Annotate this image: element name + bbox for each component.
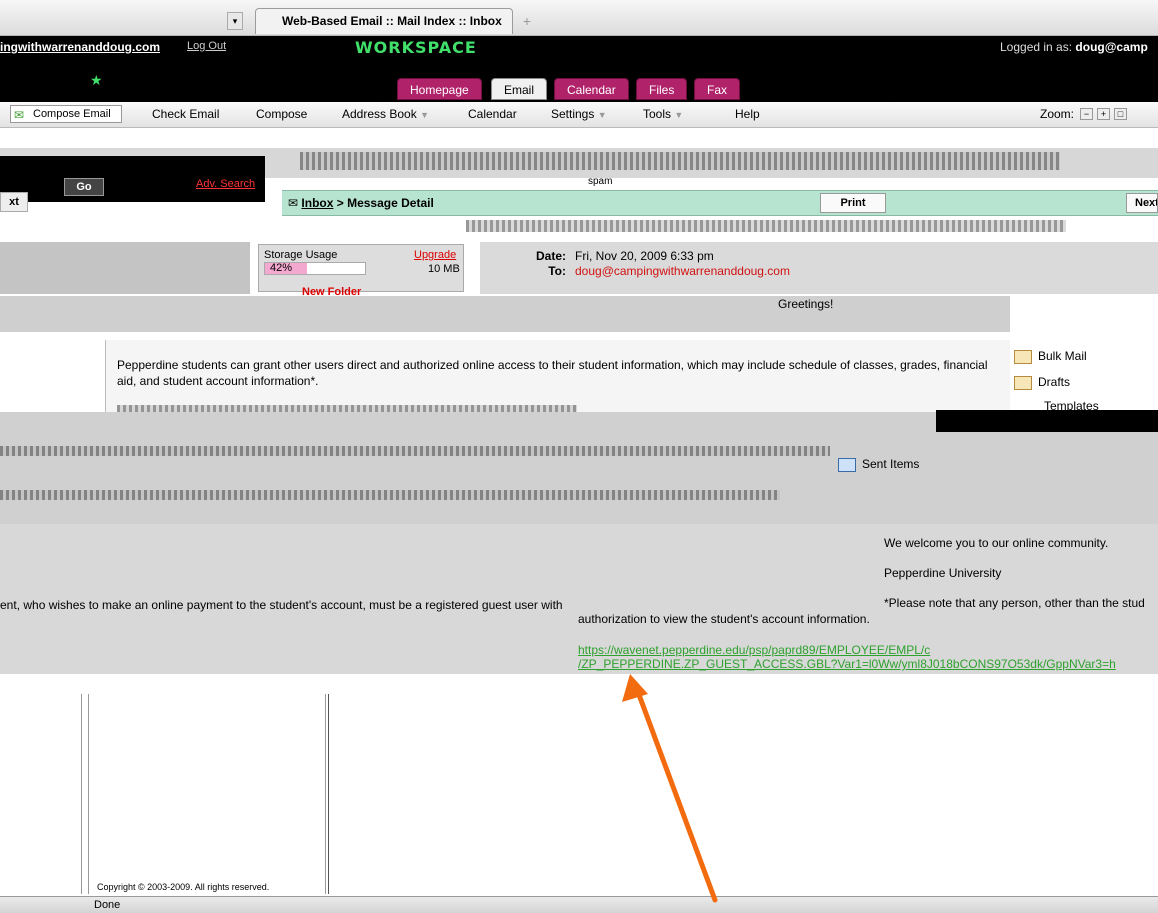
annotation-arrow-icon <box>622 674 718 903</box>
